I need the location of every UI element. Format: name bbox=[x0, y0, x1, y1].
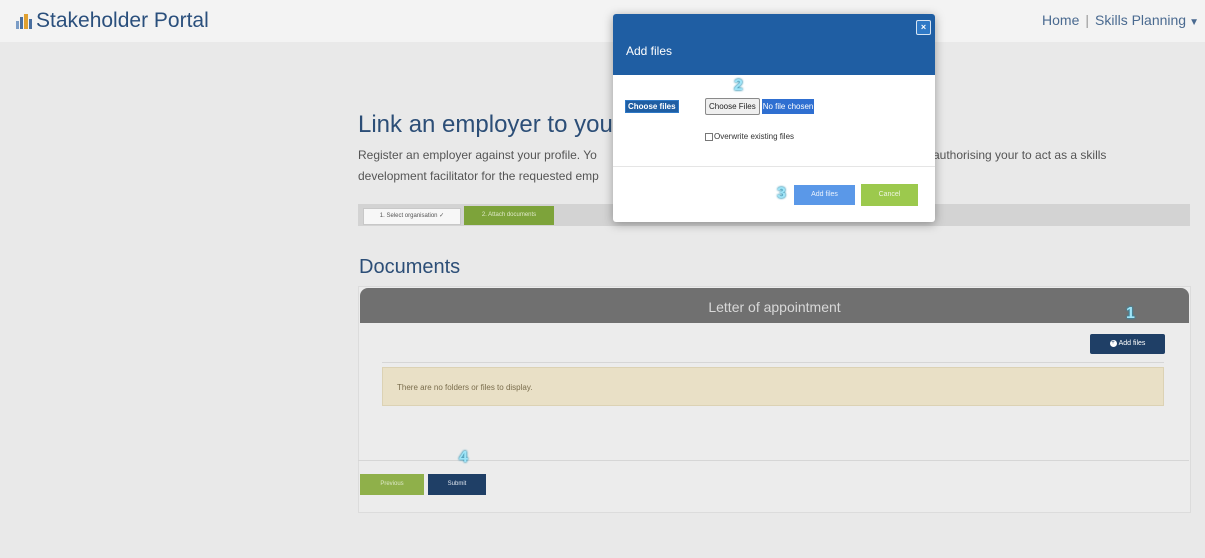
annotation-number-2: 2 bbox=[734, 77, 743, 94]
intro-line-1-tail: authorising your to act as a skills bbox=[933, 148, 1107, 162]
step-select-organisation[interactable]: 1. Select organisation ✓ bbox=[363, 208, 461, 225]
add-files-button[interactable]: + Add files bbox=[1090, 334, 1165, 354]
no-file-chosen-text: No file chosen bbox=[761, 99, 815, 114]
brand-title[interactable]: Stakeholder Portal bbox=[36, 9, 209, 33]
file-input[interactable]: Choose Files No file chosen bbox=[705, 98, 815, 115]
annotation-number-4: 4 bbox=[459, 449, 468, 466]
nav-home-link[interactable]: Home bbox=[1042, 12, 1079, 28]
choose-files-label: Choose files bbox=[625, 100, 679, 113]
plus-circle-icon: + bbox=[1109, 339, 1117, 347]
modal-add-files-button[interactable]: Add files bbox=[794, 185, 855, 205]
modal-header: Add files × bbox=[613, 14, 935, 75]
page-title: Link an employer to your bbox=[358, 111, 621, 138]
submit-button[interactable]: Submit bbox=[428, 474, 486, 495]
annotation-number-3: 3 bbox=[777, 185, 786, 202]
step-attach-documents[interactable]: 2. Attach documents bbox=[464, 206, 554, 225]
top-navbar: Stakeholder Portal Home | Skills Planning ▼ bbox=[0, 0, 1205, 43]
choose-files-button[interactable]: Choose Files bbox=[705, 98, 760, 115]
modal-cancel-button[interactable]: Cancel bbox=[861, 184, 918, 206]
annotation-number-1: 1 bbox=[1126, 305, 1135, 322]
documents-heading: Documents bbox=[359, 256, 461, 278]
overwrite-label: Overwrite existing files bbox=[714, 132, 795, 141]
previous-button[interactable]: Previous bbox=[360, 474, 424, 495]
add-files-modal: Add files × 2 Choose files Choose Files … bbox=[613, 14, 935, 222]
modal-title: Add files bbox=[626, 44, 673, 58]
overwrite-option[interactable]: Overwrite existing files bbox=[705, 132, 794, 141]
add-files-button-label: Add files bbox=[1118, 340, 1146, 347]
nav-separator: | bbox=[1085, 12, 1090, 28]
divider bbox=[358, 460, 1189, 461]
close-icon[interactable]: × bbox=[916, 20, 931, 35]
nav-skills-planning-dropdown[interactable]: Skills Planning bbox=[1095, 12, 1186, 28]
overwrite-checkbox[interactable] bbox=[705, 132, 713, 141]
modal-divider bbox=[613, 166, 935, 167]
caret-down-icon[interactable]: ▼ bbox=[1189, 17, 1199, 28]
top-nav: Home | Skills Planning ▼ bbox=[1042, 12, 1199, 28]
portal-logo-icon bbox=[16, 14, 32, 29]
divider bbox=[382, 362, 1164, 363]
empty-files-message: There are no folders or files to display… bbox=[382, 367, 1164, 406]
panel-header-letter-of-appointment: Letter of appointment bbox=[360, 288, 1189, 323]
